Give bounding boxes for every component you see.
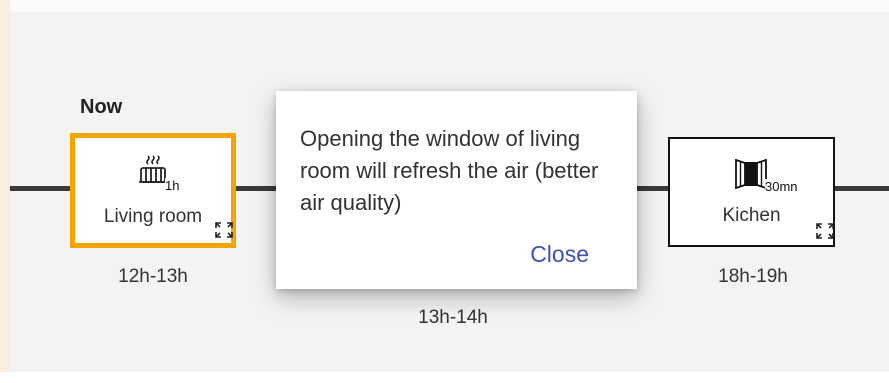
close-button[interactable]: Close <box>530 241 589 268</box>
now-label: Now <box>80 96 123 118</box>
slot-room-name: Living room <box>103 206 203 227</box>
slot-duration: 30mn <box>765 179 798 194</box>
timeline-line <box>236 186 278 191</box>
dialog-message: Opening the window of living room will r… <box>300 126 599 215</box>
slot-room-name: Kichen <box>722 205 781 226</box>
open-window-icon <box>734 158 768 194</box>
timeline-line <box>835 186 889 191</box>
top-strip <box>0 0 889 12</box>
timeline-line <box>10 186 72 191</box>
left-edge <box>0 0 10 383</box>
info-dialog: Opening the window of living room will r… <box>276 91 637 289</box>
slot-card-living-room[interactable]: 1h Living room <box>70 133 236 248</box>
slot-time: 13h-14h <box>418 307 488 328</box>
bottom-strip <box>0 372 889 383</box>
slot-time: 18h-19h <box>718 266 788 287</box>
slot-duration: 1h <box>165 178 180 193</box>
expand-icon[interactable] <box>816 223 834 239</box>
slot-time: 12h-13h <box>118 266 188 287</box>
expand-icon[interactable] <box>215 222 233 238</box>
slot-card-kitchen[interactable]: 30mn Kichen <box>668 137 835 247</box>
timeline-line <box>635 186 670 191</box>
